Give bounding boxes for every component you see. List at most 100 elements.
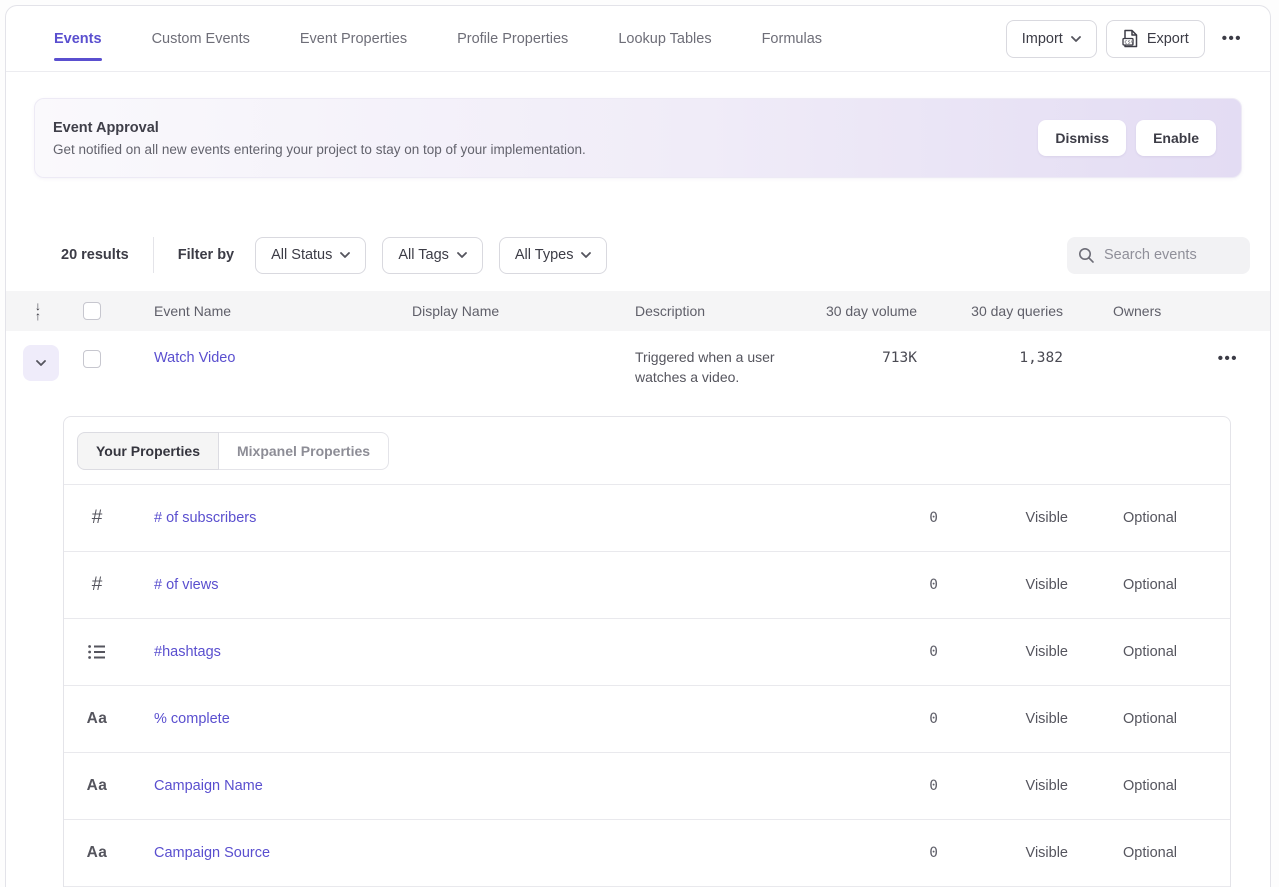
property-type-icon: # Aa (64, 844, 130, 862)
event-volume: 713K (799, 331, 917, 366)
col-event-name: Event Name (118, 303, 376, 319)
property-row: # Aa Campaign Name 0 Visible Optional (64, 753, 1230, 820)
event-display-name (376, 331, 599, 350)
property-type-icon: # Aa (64, 644, 130, 660)
property-requirement: Optional (1068, 510, 1177, 526)
col-display-name: Display Name (376, 303, 599, 319)
property-requirement: Optional (1068, 711, 1177, 727)
property-requirement: Optional (1068, 845, 1177, 861)
properties-segmented-control: Your Properties Mixpanel Properties (77, 432, 389, 470)
banner-text: Event Approval Get notified on all new e… (53, 120, 586, 157)
col-queries: 30 day queries (917, 303, 1063, 319)
nav-tab[interactable]: Custom Events (152, 6, 250, 71)
col-volume: 30 day volume (799, 303, 917, 319)
text-type-icon: Aa (87, 844, 108, 862)
text-type-icon: Aa (87, 710, 108, 728)
filter-dropdowns: All Status All Tags All Types (255, 237, 607, 274)
property-row: # Aa % complete 0 Visible Optional (64, 686, 1230, 753)
property-sample-count: 0 (828, 644, 938, 660)
number-type-icon: # (92, 574, 103, 596)
properties-tab[interactable]: Your Properties (77, 432, 219, 470)
property-name-link[interactable]: # of views (154, 577, 218, 593)
properties-list: # Aa # of subscribers 0 Visible Optional… (64, 485, 1230, 887)
export-button-label: Export (1147, 31, 1189, 47)
overflow-menu-button[interactable]: ••• (1214, 24, 1250, 53)
row-checkbox[interactable] (83, 350, 101, 368)
top-navigation: Events Custom Events Event Properties Pr… (6, 6, 1270, 72)
dismiss-button[interactable]: Dismiss (1038, 120, 1126, 156)
nav-tab[interactable]: Event Properties (300, 6, 407, 71)
property-visibility: Visible (938, 510, 1068, 526)
event-queries: 1,382 (917, 331, 1063, 366)
property-name-link[interactable]: # of subscribers (154, 510, 256, 526)
property-row: # Aa #hashtags 0 Visible Optional (64, 619, 1230, 686)
col-description: Description (599, 303, 799, 319)
property-type-icon: # Aa (64, 777, 130, 795)
divider (153, 237, 154, 273)
import-button-label: Import (1022, 31, 1063, 47)
event-properties-panel: Your Properties Mixpanel Properties # Aa… (63, 416, 1231, 887)
select-all-checkbox[interactable] (83, 302, 101, 320)
property-requirement: Optional (1068, 644, 1177, 660)
chevron-down-icon (340, 252, 350, 258)
search-input[interactable] (1104, 247, 1239, 263)
properties-tab-bar: Your Properties Mixpanel Properties (64, 417, 1230, 485)
property-requirement: Optional (1068, 577, 1177, 593)
filter-toolbar: 20 results Filter by All Status All Tags… (6, 236, 1270, 274)
property-sample-count: 0 (828, 778, 938, 794)
chevron-down-icon (1071, 36, 1081, 42)
property-sample-count: 0 (828, 845, 938, 861)
property-name-link[interactable]: Campaign Name (154, 778, 263, 794)
property-requirement: Optional (1068, 778, 1177, 794)
property-name-link[interactable]: #hashtags (154, 644, 221, 660)
chevron-down-icon (36, 360, 46, 366)
property-type-icon: # Aa (64, 710, 130, 728)
number-type-icon: # (92, 507, 103, 529)
enable-button[interactable]: Enable (1136, 120, 1216, 156)
chevron-down-icon (581, 252, 591, 258)
lexicon-page: Events Custom Events Event Properties Pr… (5, 5, 1271, 887)
banner-title: Event Approval (53, 120, 586, 136)
property-type-icon: # Aa (64, 574, 130, 596)
property-visibility: Visible (938, 577, 1068, 593)
search-box[interactable] (1067, 237, 1250, 274)
import-button[interactable]: Import (1006, 20, 1097, 58)
filter-dropdown[interactable]: All Status (255, 237, 366, 274)
banner-actions: Dismiss Enable (1038, 120, 1216, 156)
property-visibility: Visible (938, 711, 1068, 727)
search-icon (1078, 247, 1095, 264)
export-button[interactable]: csv Export (1106, 20, 1205, 58)
event-approval-banner: Event Approval Get notified on all new e… (34, 98, 1242, 178)
property-sample-count: 0 (828, 711, 938, 727)
properties-tab[interactable]: Mixpanel Properties (219, 432, 389, 470)
row-overflow-menu-button[interactable]: ••• (1218, 350, 1238, 367)
filter-dropdown[interactable]: All Tags (382, 237, 483, 274)
property-visibility: Visible (938, 644, 1068, 660)
banner-subtitle: Get notified on all new events entering … (53, 142, 586, 157)
property-visibility: Visible (938, 845, 1068, 861)
event-name-link[interactable]: Watch Video (154, 350, 235, 366)
col-owners: Owners (1063, 303, 1270, 319)
filter-by-label: Filter by (178, 247, 234, 263)
event-description: Triggered when a user watches a video. (599, 331, 799, 388)
svg-text:csv: csv (1124, 40, 1134, 46)
nav-tab[interactable]: Lookup Tables (618, 6, 711, 71)
property-row: # Aa Campaign Source 0 Visible Optional (64, 820, 1230, 887)
nav-tab[interactable]: Events (54, 6, 102, 71)
collapse-row-button[interactable] (23, 345, 59, 381)
nav-tab[interactable]: Profile Properties (457, 6, 568, 71)
text-type-icon: Aa (87, 777, 108, 795)
chevron-down-icon (457, 252, 467, 258)
list-type-icon (88, 644, 106, 660)
property-visibility: Visible (938, 778, 1068, 794)
filter-dropdown[interactable]: All Types (499, 237, 608, 274)
property-name-link[interactable]: Campaign Source (154, 845, 270, 861)
collapse-all-icon[interactable]: ↓↑ (6, 301, 70, 321)
results-count: 20 results (61, 247, 129, 263)
property-row: # Aa # of views 0 Visible Optional (64, 552, 1230, 619)
property-name-link[interactable]: % complete (154, 711, 230, 727)
property-type-icon: # Aa (64, 507, 130, 529)
property-sample-count: 0 (828, 577, 938, 593)
property-sample-count: 0 (828, 510, 938, 526)
nav-tab[interactable]: Formulas (762, 6, 822, 71)
